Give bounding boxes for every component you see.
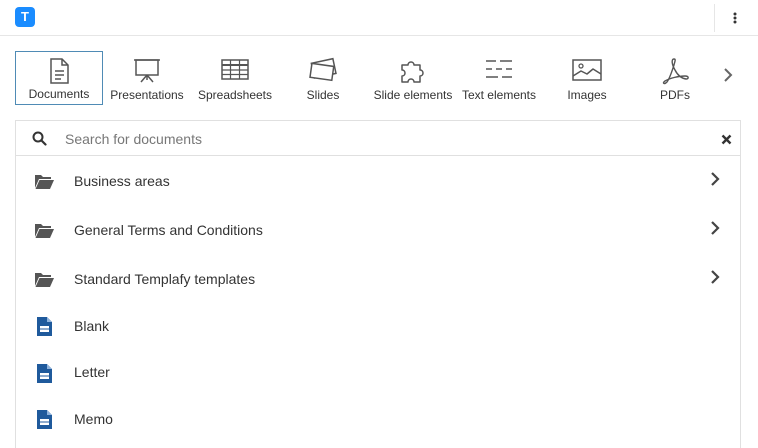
list-item-label: Business areas	[74, 173, 170, 189]
category-presentations[interactable]: Presentations	[105, 51, 189, 105]
search-input[interactable]	[65, 127, 705, 150]
word-document-icon	[37, 410, 52, 429]
document-icon	[50, 58, 69, 84]
word-document-icon	[37, 364, 52, 383]
list-item-label: General Terms and Conditions	[74, 222, 263, 238]
document-memo[interactable]: Memo	[16, 397, 740, 441]
folder-general-terms[interactable]: General Terms and Conditions	[16, 208, 740, 252]
category-spreadsheets[interactable]: Spreadsheets	[191, 51, 279, 105]
text-lines-icon	[486, 60, 512, 78]
category-label: Presentations	[110, 88, 184, 102]
search-bar	[16, 121, 740, 156]
documents-panel: Business areas General Terms and Conditi…	[15, 120, 741, 448]
folder-standard-templates[interactable]: Standard Templafy templates	[16, 257, 740, 301]
scrollbar-track[interactable]	[741, 120, 758, 448]
more-options-button[interactable]	[714, 4, 754, 32]
category-label: Documents	[28, 87, 90, 101]
slides-stack-icon	[309, 57, 337, 82]
category-label: Slides	[306, 88, 340, 102]
chevron-right-icon	[711, 270, 720, 284]
category-label: Images	[567, 88, 607, 102]
templafy-logo: T	[15, 7, 35, 27]
list-item-label: Standard Templafy templates	[74, 271, 256, 287]
list-item-label: Memo	[74, 411, 113, 427]
category-label: Slide elements	[373, 88, 453, 102]
category-documents[interactable]: Documents	[15, 51, 103, 105]
list-item-label: Blank	[74, 318, 110, 334]
folder-open-icon	[35, 273, 54, 287]
categories-next-button[interactable]	[716, 62, 740, 88]
category-slides[interactable]: Slides	[279, 51, 367, 105]
folder-business-areas[interactable]: Business areas	[16, 159, 740, 203]
kebab-menu-icon	[733, 12, 736, 24]
category-slide-elements[interactable]: Slide elements	[367, 51, 459, 105]
presentation-board-icon	[134, 59, 160, 83]
image-icon	[572, 59, 602, 81]
category-images[interactable]: Images	[543, 51, 631, 105]
folder-open-icon	[35, 224, 54, 238]
document-blank[interactable]: Blank	[16, 304, 740, 348]
category-label: Spreadsheets	[197, 88, 273, 102]
spreadsheet-grid-icon	[221, 59, 249, 80]
chevron-right-icon	[724, 68, 733, 82]
category-label: PDFs	[660, 88, 690, 102]
search-icon	[32, 131, 47, 146]
chevron-right-icon	[711, 172, 720, 186]
clear-search-button[interactable]	[719, 132, 733, 146]
document-letter[interactable]: Letter	[16, 350, 740, 394]
category-pdfs[interactable]: PDFs	[631, 51, 719, 105]
category-label: Text elements	[461, 88, 537, 102]
word-document-icon	[37, 317, 52, 336]
category-text-elements[interactable]: Text elements	[457, 51, 541, 105]
list-item-label: Letter	[74, 364, 110, 380]
top-bar: T	[0, 0, 758, 36]
pdf-icon	[662, 58, 689, 85]
close-icon	[721, 134, 731, 144]
chevron-right-icon	[711, 221, 720, 235]
puzzle-piece-icon	[401, 61, 424, 83]
category-strip: Documents Presentations Spreadsheets Sli…	[15, 51, 715, 105]
folder-open-icon	[35, 175, 54, 189]
